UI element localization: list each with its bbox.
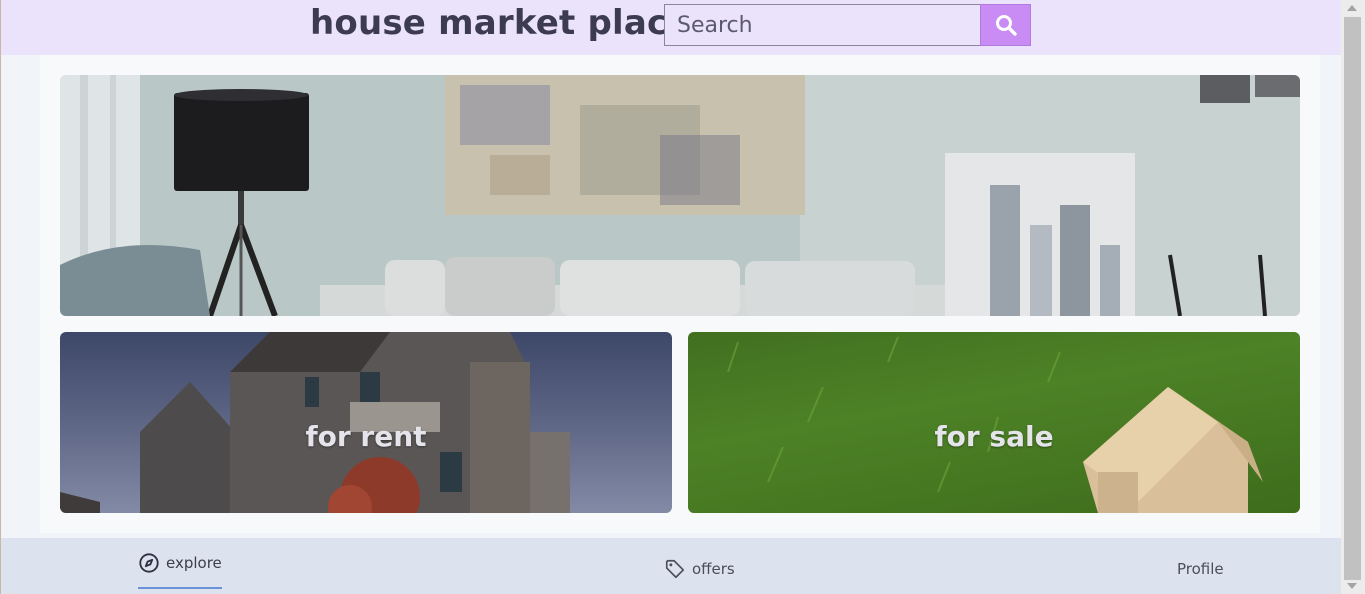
hero-image [60,75,1300,316]
category-label-rent: for rent [305,420,427,453]
nav-explore[interactable]: explore [138,538,222,589]
page: house market place Search for rent for s… [1,0,1341,594]
nav-profile[interactable]: Profile [1177,544,1224,594]
scroll-down-arrow-icon[interactable] [1347,583,1357,589]
nav-profile-label: Profile [1177,560,1224,578]
scrollbar-thumb[interactable] [1344,17,1361,580]
category-card-rent[interactable]: for rent [60,332,672,513]
nav-explore-label: explore [166,554,222,572]
search-input[interactable] [664,4,981,46]
category-card-sale[interactable]: for sale [688,332,1300,513]
tag-icon [665,559,685,579]
scroll-up-arrow-icon[interactable] [1347,5,1357,11]
search-icon [995,15,1017,36]
bottom-navigation: explore offers Profile [1,538,1341,594]
header: house market place [1,0,1341,55]
site-title: house market place [310,3,691,43]
search-button[interactable] [980,4,1031,46]
hero-illustration [60,75,1300,316]
nav-offers-label: offers [692,560,735,578]
compass-icon [139,553,159,573]
category-label-sale: for sale [934,420,1054,453]
nav-offers[interactable]: offers [664,544,735,594]
